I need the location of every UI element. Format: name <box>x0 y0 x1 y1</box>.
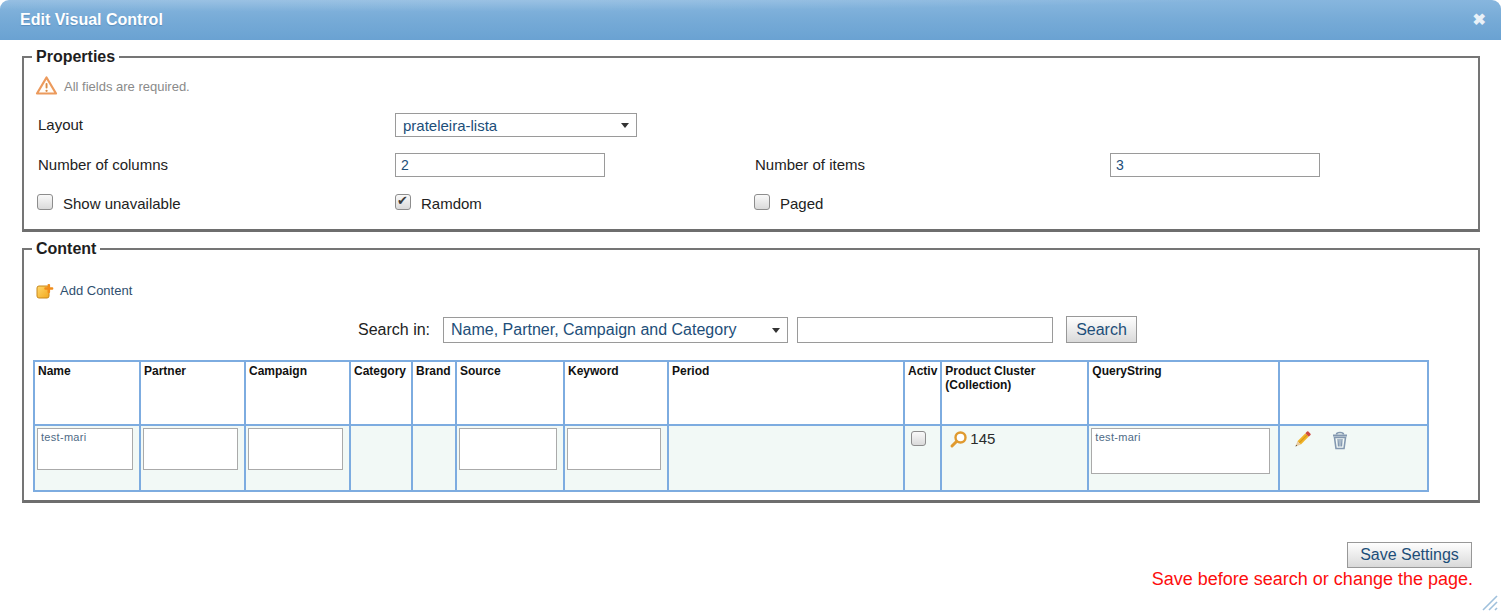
col-header-querystring: QueryString <box>1088 361 1279 425</box>
row-category-cell <box>350 425 412 491</box>
col-header-brand: Brand <box>412 361 456 425</box>
required-fields-note: All fields are required. <box>64 79 190 94</box>
row-keyword-input[interactable] <box>567 428 661 470</box>
search-button[interactable]: Search <box>1066 316 1137 343</box>
save-settings-button[interactable]: Save Settings <box>1347 542 1472 568</box>
search-in-select[interactable]: Name, Partner, Campaign and Category <box>443 317 788 343</box>
row-name-input[interactable]: test-mari <box>37 428 133 470</box>
content-legend: Content <box>32 240 100 258</box>
close-icon[interactable]: ✖ <box>1473 0 1486 40</box>
paged-label: Paged <box>780 195 823 212</box>
col-header-actions <box>1279 361 1428 425</box>
add-content-button[interactable]: Add Content <box>60 283 132 298</box>
row-campaign-input[interactable] <box>248 428 343 470</box>
number-of-columns-input[interactable] <box>395 153 605 177</box>
number-of-columns-label: Number of columns <box>38 156 168 173</box>
row-period-cell <box>668 425 904 491</box>
table-header-row: Name Partner Campaign Category Brand Sou… <box>34 361 1428 425</box>
edit-pencil-icon[interactable] <box>1292 430 1312 450</box>
show-unavailable-checkbox[interactable]: ✔ <box>37 194 53 210</box>
properties-legend: Properties <box>32 48 119 66</box>
col-header-activ: Activ <box>904 361 941 425</box>
col-header-product-cluster: Product Cluster (Collection) <box>941 361 1088 425</box>
row-brand-cell <box>412 425 456 491</box>
dialog-titlebar: Edit Visual Control ✖ <box>0 0 1501 40</box>
search-in-select-value: Name, Partner, Campaign and Category <box>451 321 736 339</box>
number-of-items-label: Number of items <box>755 156 865 173</box>
paged-checkbox[interactable]: ✔ <box>754 194 770 210</box>
col-header-category: Category <box>350 361 412 425</box>
edit-visual-control-dialog: Edit Visual Control ✖ Properties All fie… <box>0 0 1501 615</box>
number-of-items-input[interactable] <box>1110 153 1320 177</box>
random-label: Ramdom <box>421 195 482 212</box>
col-header-keyword: Keyword <box>564 361 668 425</box>
add-content-icon <box>36 281 54 299</box>
content-table: Name Partner Campaign Category Brand Sou… <box>33 360 1429 492</box>
col-header-campaign: Campaign <box>245 361 350 425</box>
col-header-period: Period <box>668 361 904 425</box>
dialog-title: Edit Visual Control <box>20 0 163 39</box>
col-header-name: Name <box>34 361 140 425</box>
layout-select-value: prateleira-lista <box>403 117 497 134</box>
layout-select[interactable]: prateleira-lista <box>395 113 637 137</box>
row-source-input[interactable] <box>459 428 557 470</box>
search-input[interactable] <box>797 317 1053 343</box>
row-partner-input[interactable] <box>143 428 238 470</box>
properties-section: Properties <box>22 48 1480 232</box>
show-unavailable-label: Show unavailable <box>63 195 181 212</box>
col-header-partner: Partner <box>140 361 245 425</box>
row-querystring-input[interactable]: test-mari <box>1091 428 1270 474</box>
search-in-label: Search in: <box>358 321 430 339</box>
random-checkbox[interactable]: ✔ <box>395 194 411 210</box>
magnifier-icon[interactable] <box>949 430 968 449</box>
delete-trash-icon[interactable] <box>1331 431 1349 450</box>
product-cluster-value: 145 <box>970 430 995 447</box>
chevron-down-icon <box>772 328 780 333</box>
save-warning-text: Save before search or change the page. <box>1152 569 1473 590</box>
layout-label: Layout <box>38 116 83 133</box>
warning-icon <box>35 75 58 96</box>
table-row: test-mari ✔ 145 test-mari <box>34 425 1428 491</box>
row-active-checkbox[interactable]: ✔ <box>911 431 926 446</box>
resize-handle[interactable] <box>1479 592 1498 611</box>
chevron-down-icon <box>621 123 629 128</box>
col-header-source: Source <box>456 361 564 425</box>
